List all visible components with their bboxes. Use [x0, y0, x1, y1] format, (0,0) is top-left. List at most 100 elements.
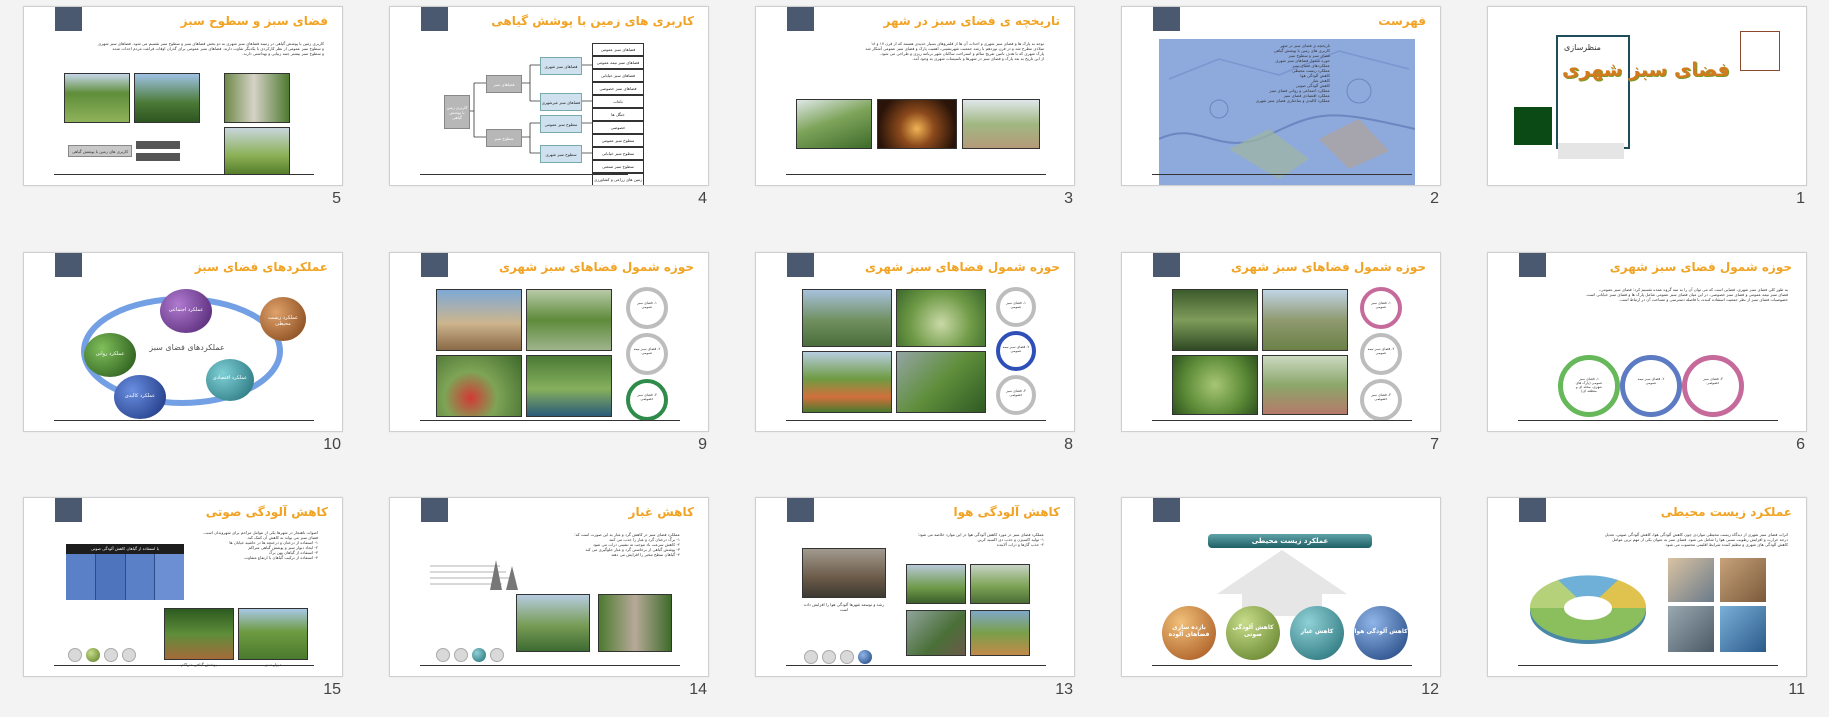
- photo-garden-path: [1172, 289, 1258, 351]
- body-text: توجه به پارک ها و فضای سبز شهری و احداث …: [804, 41, 1044, 61]
- slide-title: کاهش آلودگی صوتی: [205, 505, 328, 519]
- node-label: عملکرد اجتماعی: [168, 307, 204, 313]
- slide-thumbnail-5[interactable]: فضای سبز و سطوح سبز کاربری زمین با پوشش …: [23, 6, 345, 207]
- slide-title: حوزه شمول فضاهای سبز شهری: [1230, 260, 1426, 274]
- mid-box: سطوح سبز: [486, 129, 522, 147]
- sphere-label: کاهش آلودگی هوا: [1354, 628, 1408, 635]
- body-text: اثرات فضای سبز شهری از دیدگاه زیست محیطی…: [1520, 532, 1788, 547]
- slide-thumbnail-15[interactable]: کاهش آلودگی صوتی اصوات ناهنجار در شهرها …: [23, 497, 345, 698]
- photo-street-trees: [906, 564, 966, 604]
- footer-rule: [420, 174, 628, 175]
- nav-bubble: [68, 648, 82, 662]
- category-box: خصوصی: [592, 121, 644, 134]
- slide-canvas[interactable]: منظرسازی فضای سبز شهری: [1487, 6, 1807, 186]
- title-accent-square: [55, 498, 82, 522]
- category-box: سطوح سبز صنعتی: [592, 160, 644, 173]
- body-text: اصوات ناهنجار در شهرها یکی از عوامل مزاح…: [198, 530, 318, 560]
- photo-avenue: [970, 564, 1030, 604]
- node-label: عملکرد روانی: [95, 351, 125, 357]
- title-accent-square: [1153, 253, 1180, 277]
- table-header: با استفاده از گیاهان کاهش آلودگی صوتی: [66, 544, 184, 554]
- photo-highway-greenery: [896, 351, 986, 413]
- toc-list: تاریخچه ی فضای سبز در شهر کاربری های زمی…: [1210, 43, 1330, 103]
- leaf-box: سطوح سبز شهری: [540, 145, 582, 163]
- slide-number: 12: [1421, 681, 1439, 698]
- slide-thumbnail-14[interactable]: کاهش غبار عملکرد فضای سبز در کاهش گرد و …: [389, 497, 711, 698]
- slide-thumbnail-13[interactable]: کاهش آلودگی هوا عملکرد فضای سبز در مورد …: [755, 497, 1077, 698]
- slide-thumbnail-12[interactable]: عملکرد زیست محیطی کاهش آلودگی هوا کاهش غ…: [1121, 497, 1443, 698]
- mid-box: فضاهای سبز: [486, 75, 522, 93]
- slide-canvas[interactable]: حوزه شمول فضاهای سبز شهری ۱- فضای سبز عم…: [1121, 252, 1441, 432]
- slide-canvas[interactable]: کاهش آلودگی هوا عملکرد فضای سبز در مورد …: [755, 497, 1075, 677]
- slide-thumbnail-4[interactable]: کاربری های زمین با پوشش گیاهی کاربری زمی…: [389, 6, 711, 207]
- environment-ring-graphic: [1529, 575, 1647, 644]
- nav-bubble: [490, 648, 504, 662]
- nav-bubble-active: [858, 650, 872, 664]
- title-accent-square: [787, 253, 814, 277]
- slide-thumbnail-8[interactable]: حوزه شمول فضاهای سبز شهری ۱- فضای سبز عم…: [755, 252, 1077, 453]
- diagram-dark-box: [136, 153, 180, 161]
- table-body: [66, 554, 184, 600]
- illustration-machinery: [1668, 606, 1714, 652]
- nav-bubble: [840, 650, 854, 664]
- category-box: جنگل ها: [592, 108, 644, 121]
- category-box: فضاهای سبز نیمه عمومی: [592, 56, 644, 69]
- slide-thumbnail-1[interactable]: منظرسازی فضای سبز شهری 1: [1487, 6, 1809, 207]
- slide-title: کاهش آلودگی هوا: [953, 505, 1061, 519]
- slide-thumbnail-3[interactable]: تاریخچه ی فضای سبز در شهر توجه به پارک ه…: [755, 6, 1077, 207]
- slide-canvas[interactable]: حوزه شمول فضاهای سبز شهری ۱- فضای سبز عم…: [755, 252, 1075, 432]
- slide-canvas[interactable]: عملکردهای فضای سبز عملکردهای فضای سبز عم…: [23, 252, 343, 432]
- nav-bubble: [436, 648, 450, 662]
- slide-canvas[interactable]: عملکرد زیست محیطی کاهش آلودگی هوا کاهش غ…: [1121, 497, 1441, 677]
- noise-table: با استفاده از گیاهان کاهش آلودگی صوتی: [66, 544, 184, 600]
- ring-label: ۲- فضای سبز نیمه عمومی: [1637, 377, 1665, 385]
- slide-thumbnail-7[interactable]: حوزه شمول فضاهای سبز شهری ۱- فضای سبز عم…: [1121, 252, 1443, 453]
- slide-canvas[interactable]: فضای سبز و سطوح سبز کاربری زمین با پوشش …: [23, 6, 343, 186]
- slide-canvas[interactable]: کاهش غبار عملکرد فضای سبز در کاهش گرد و …: [389, 497, 709, 677]
- category-box: فضاهای سبز عمومی: [592, 43, 644, 56]
- slide-thumbnail-2[interactable]: فهرست تاریخچه ی فضای سبز در شهر کاربری ه…: [1121, 6, 1443, 207]
- footer-rule: [54, 420, 314, 421]
- nav-bubble: [454, 648, 468, 662]
- leaf-box: فضاهای سبز غیرشهری: [540, 93, 582, 111]
- root-box: کاربری زمین با پوشش گیاهی: [444, 95, 470, 129]
- title-accent-square: [787, 498, 814, 522]
- photo-walkway: [224, 73, 290, 123]
- decor-outline-square: [1740, 31, 1780, 71]
- sphere-label: کاهش آلودگی صوتی: [1232, 624, 1274, 638]
- ring-label: ۳- فضای سبز خصوصی: [1703, 377, 1723, 385]
- nav-bubble: [104, 648, 118, 662]
- slide-canvas[interactable]: حوزه شمول فضای سبز شهری به طور کلی فضای …: [1487, 252, 1807, 432]
- slide-canvas[interactable]: فهرست تاریخچه ی فضای سبز در شهر کاربری ه…: [1121, 6, 1441, 186]
- photo-flower-boulevard: [802, 351, 892, 413]
- slide-canvas[interactable]: کاهش آلودگی صوتی اصوات ناهنجار در شهرها …: [23, 497, 343, 677]
- body-text: عملکرد فضای سبز در مورد کاهش آلودگی هوا …: [824, 532, 1044, 547]
- body-text: به طور کلی فضای سبز شهری، فضایی است که م…: [1520, 287, 1788, 302]
- ring-label: ۳- فضای سبز خصوصی: [637, 393, 657, 401]
- node-label: عملکرد زیست محیطی: [267, 315, 299, 327]
- slide-thumbnail-11[interactable]: عملکرد زیست محیطی اثرات فضای سبز شهری از…: [1487, 497, 1809, 698]
- slide-canvas[interactable]: کاربری های زمین با پوشش گیاهی کاربری زمی…: [389, 6, 709, 186]
- slide-thumbnail-10[interactable]: عملکردهای فضای سبز عملکردهای فضای سبز عم…: [23, 252, 345, 453]
- slide-number: 4: [698, 190, 707, 207]
- photo-garden-pool: [526, 289, 612, 351]
- ring-label: ۲- فضای سبز نیمه عمومی: [633, 347, 661, 355]
- title-accent-square: [787, 7, 814, 31]
- decor-gray-bar: [1558, 143, 1624, 159]
- table-column: [125, 554, 156, 600]
- leaf-box: سطوح سبز عمومی: [540, 115, 582, 133]
- footer-rule: [786, 174, 1046, 175]
- slide-thumbnail-6[interactable]: حوزه شمول فضای سبز شهری به طور کلی فضای …: [1487, 252, 1809, 453]
- slide-canvas[interactable]: عملکرد زیست محیطی اثرات فضای سبز شهری از…: [1487, 497, 1807, 677]
- photo-park-road: [796, 99, 872, 149]
- illustration-water: [1720, 606, 1766, 652]
- slide-title: حوزه شمول فضاهای سبز شهری: [864, 260, 1060, 274]
- slide-canvas[interactable]: تاریخچه ی فضای سبز در شهر توجه به پارک ه…: [755, 6, 1075, 186]
- slide-canvas[interactable]: حوزه شمول فضاهای سبز شهری ۱- فضای سبز عم…: [389, 252, 709, 432]
- slide-thumbnail-9[interactable]: حوزه شمول فضاهای سبز شهری ۱- فضای سبز عم…: [389, 252, 711, 453]
- footer-rule: [1152, 420, 1412, 421]
- slide-kicker: منظرسازی: [1564, 43, 1601, 52]
- nav-bubble-active: [86, 648, 100, 662]
- decor-green-square: [1514, 107, 1552, 145]
- slide-number: 11: [1788, 681, 1805, 698]
